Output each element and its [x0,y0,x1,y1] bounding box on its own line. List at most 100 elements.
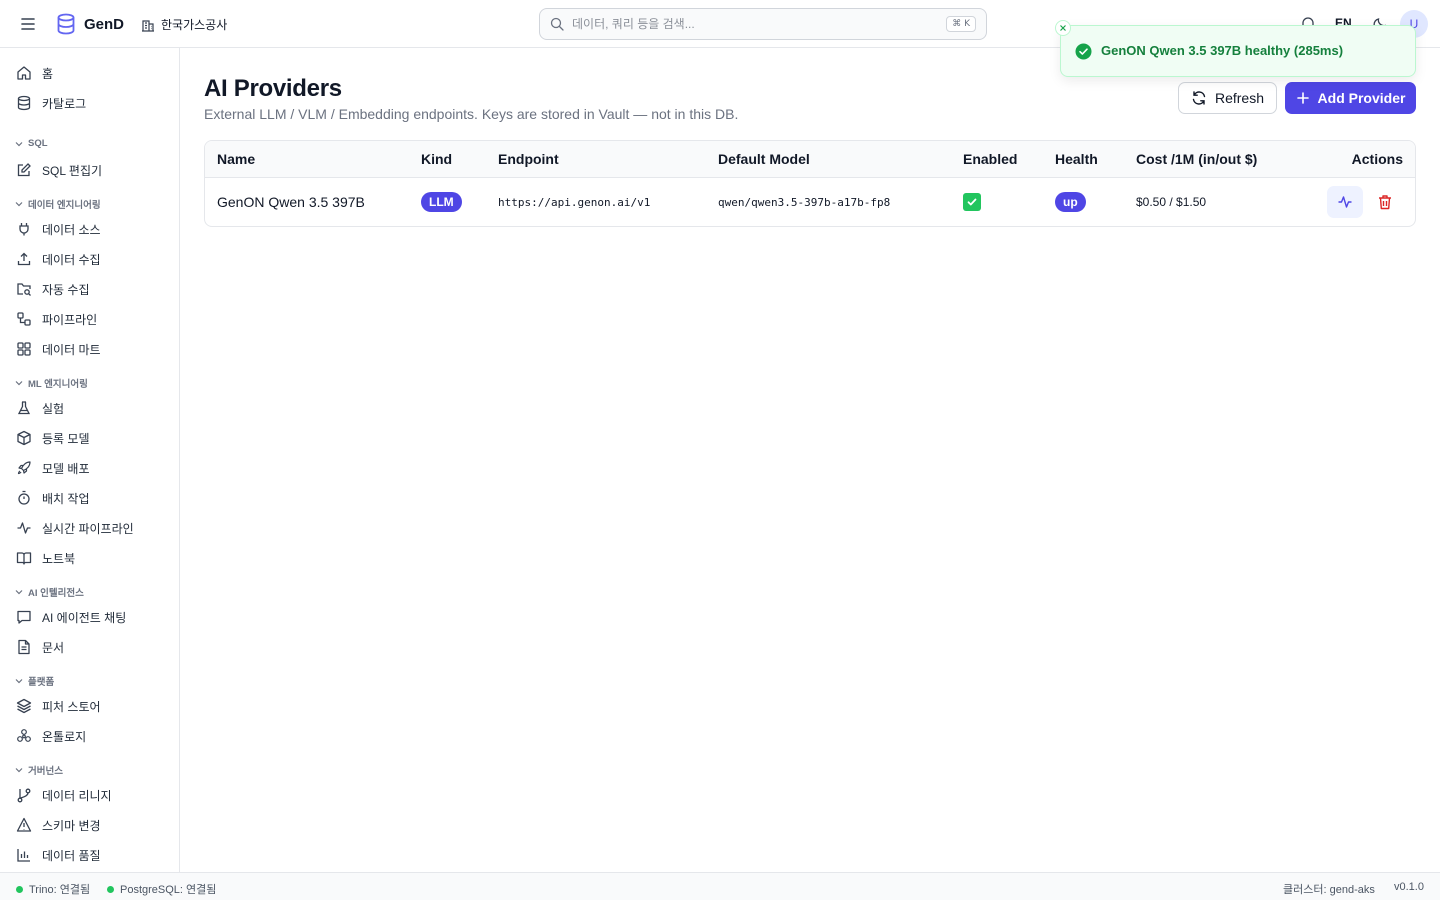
chevron-down-icon [15,202,23,207]
flask-icon [17,401,31,415]
sidebar-item-ai-agent-chat[interactable]: AI 에이전트 채팅 [8,603,172,631]
sidebar-item-documents[interactable]: 문서 [8,633,172,661]
search-input[interactable] [572,17,947,31]
header-endpoint[interactable]: Endpoint [498,151,559,167]
activity-icon [1338,196,1352,208]
section-ai-intelligence[interactable]: AI 인텔리전스 [14,585,84,599]
refresh-button[interactable]: Refresh [1178,82,1277,114]
layers-icon [16,698,32,714]
sidebar-item-auto-ingest[interactable]: 자동 수집 [8,275,172,303]
sidebar-item-data-lineage[interactable]: 데이터 리니지 [8,781,172,809]
home-icon [17,66,31,80]
sidebar-item-label: 데이터 수집 [42,252,101,267]
sidebar-item-label: 데이터 품질 [42,848,101,863]
cluster-info: 클러스터: gend-aks [1283,881,1375,897]
file-icon [18,639,30,655]
sidebar-item-label: 배치 작업 [42,491,90,506]
sidebar-item-data-quality[interactable]: 데이터 품질 [8,841,172,869]
kind-badge: LLM [421,192,462,212]
sidebar-item-label: 파이프라인 [42,312,98,327]
warning-icon [16,817,32,832]
trino-status-text: Trino: 연결됨 [29,884,91,896]
refresh-label: Refresh [1214,90,1265,106]
version-text: v0.1.0 [1394,881,1424,893]
sidebar-item-label: 모델 배포 [42,461,90,476]
activity-icon [17,522,31,534]
sidebar-item-feature-store[interactable]: 피처 스토어 [8,692,172,720]
workflow-icon [17,312,31,326]
header-health[interactable]: Health [1055,151,1098,167]
sidebar-item-notebook[interactable]: 노트북 [8,544,172,572]
delete-provider-button[interactable] [1375,192,1395,212]
sidebar-item-label: AI 에이전트 채팅 [42,610,127,625]
postgres-status: PostgreSQL: 연결됨 [107,881,216,897]
header-actions: Actions [1351,151,1403,167]
sidebar-item-data-mart[interactable]: 데이터 마트 [8,335,172,363]
version-info: v0.1.0 [1394,881,1424,893]
header-cost[interactable]: Cost /1M (in/out $) [1136,151,1257,167]
sidebar-item-label: 노트북 [42,551,76,566]
add-provider-button[interactable]: Add Provider [1285,82,1416,114]
status-dot [16,885,23,893]
section-title: 거버넌스 [28,766,63,777]
app-logo[interactable]: GenD [56,13,124,35]
add-provider-label: Add Provider [1317,90,1406,106]
sidebar-item-pipeline[interactable]: 파이프라인 [8,305,172,333]
sidebar-item-sql-editor[interactable]: SQL 편집기 [8,156,172,184]
header-name[interactable]: Name [217,151,255,167]
status-bar: Trino: 연결됨 PostgreSQL: 연결됨 클러스터: gend-ak… [0,872,1440,900]
network-icon [17,729,31,742]
sidebar-item-catalog[interactable]: 카탈로그 [8,89,172,117]
sidebar-item-realtime-pipeline[interactable]: 실시간 파이프라인 [8,514,172,542]
health-badge: up [1055,192,1086,212]
sidebar-item-label: 홈 [42,66,54,81]
sidebar-item-schema-changes[interactable]: 스키마 변경 [8,811,172,839]
database-icon [17,95,31,111]
table-row[interactable]: GenON Qwen 3.5 397B LLM https://api.geno… [205,178,1415,226]
sidebar-item-experiments[interactable]: 실험 [8,394,172,422]
sidebar-item-label: 카탈로그 [42,96,87,111]
success-check-icon [1075,43,1092,60]
section-sql[interactable]: SQL [14,138,48,149]
edit-icon [17,163,31,177]
header-kind[interactable]: Kind [421,151,452,167]
database-logo-icon [57,13,75,35]
section-data-engineering[interactable]: 데이터 엔지니어링 [14,197,101,211]
sidebar-item-home[interactable]: 홈 [8,59,172,87]
section-ml-engineering[interactable]: ML 엔지니어링 [14,376,88,390]
status-dot [107,885,114,893]
sidebar-item-ontology[interactable]: 온톨로지 [8,722,172,750]
close-icon[interactable] [1055,20,1071,36]
section-governance[interactable]: 거버넌스 [14,763,63,777]
global-search[interactable]: ⌘ K [539,8,987,40]
main-content: AI Providers External LLM / VLM / Embedd… [180,48,1440,872]
sidebar-item-label: SQL 편집기 [42,163,103,178]
chevron-down-icon [15,679,23,684]
sidebar-item-batch-jobs[interactable]: 배치 작업 [8,484,172,512]
chat-icon [17,610,31,624]
org-name: 한국가스공사 [161,18,228,32]
git-branch-icon [17,788,31,803]
org-selector[interactable]: 한국가스공사 [141,16,227,33]
sidebar: 홈 카탈로그 SQL SQL 편집기 데이터 엔지니어링 데이터 소스 데이터 … [0,48,180,872]
sidebar-item-data-ingest[interactable]: 데이터 수집 [8,245,172,273]
header-enabled[interactable]: Enabled [963,151,1017,167]
plus-icon [1296,92,1309,104]
cell-endpoint: https://api.genon.ai/v1 [498,196,651,209]
menu-icon[interactable] [17,14,39,34]
section-platform[interactable]: 플랫폼 [14,674,54,688]
box-icon [17,430,31,446]
sidebar-item-data-source[interactable]: 데이터 소스 [8,215,172,243]
book-icon [16,552,32,565]
health-check-button[interactable] [1327,186,1363,218]
chevron-down-icon [15,381,23,386]
sidebar-item-registered-models[interactable]: 등록 모델 [8,424,172,452]
plug-icon [19,223,29,236]
postgres-status-text: PostgreSQL: 연결됨 [120,884,217,896]
trino-status: Trino: 연결됨 [16,881,90,897]
folder-search-icon [17,283,31,296]
building-icon [142,19,154,32]
sidebar-item-label: 데이터 리니지 [42,788,112,803]
sidebar-item-model-deploy[interactable]: 모델 배포 [8,454,172,482]
header-default-model[interactable]: Default Model [718,151,810,167]
